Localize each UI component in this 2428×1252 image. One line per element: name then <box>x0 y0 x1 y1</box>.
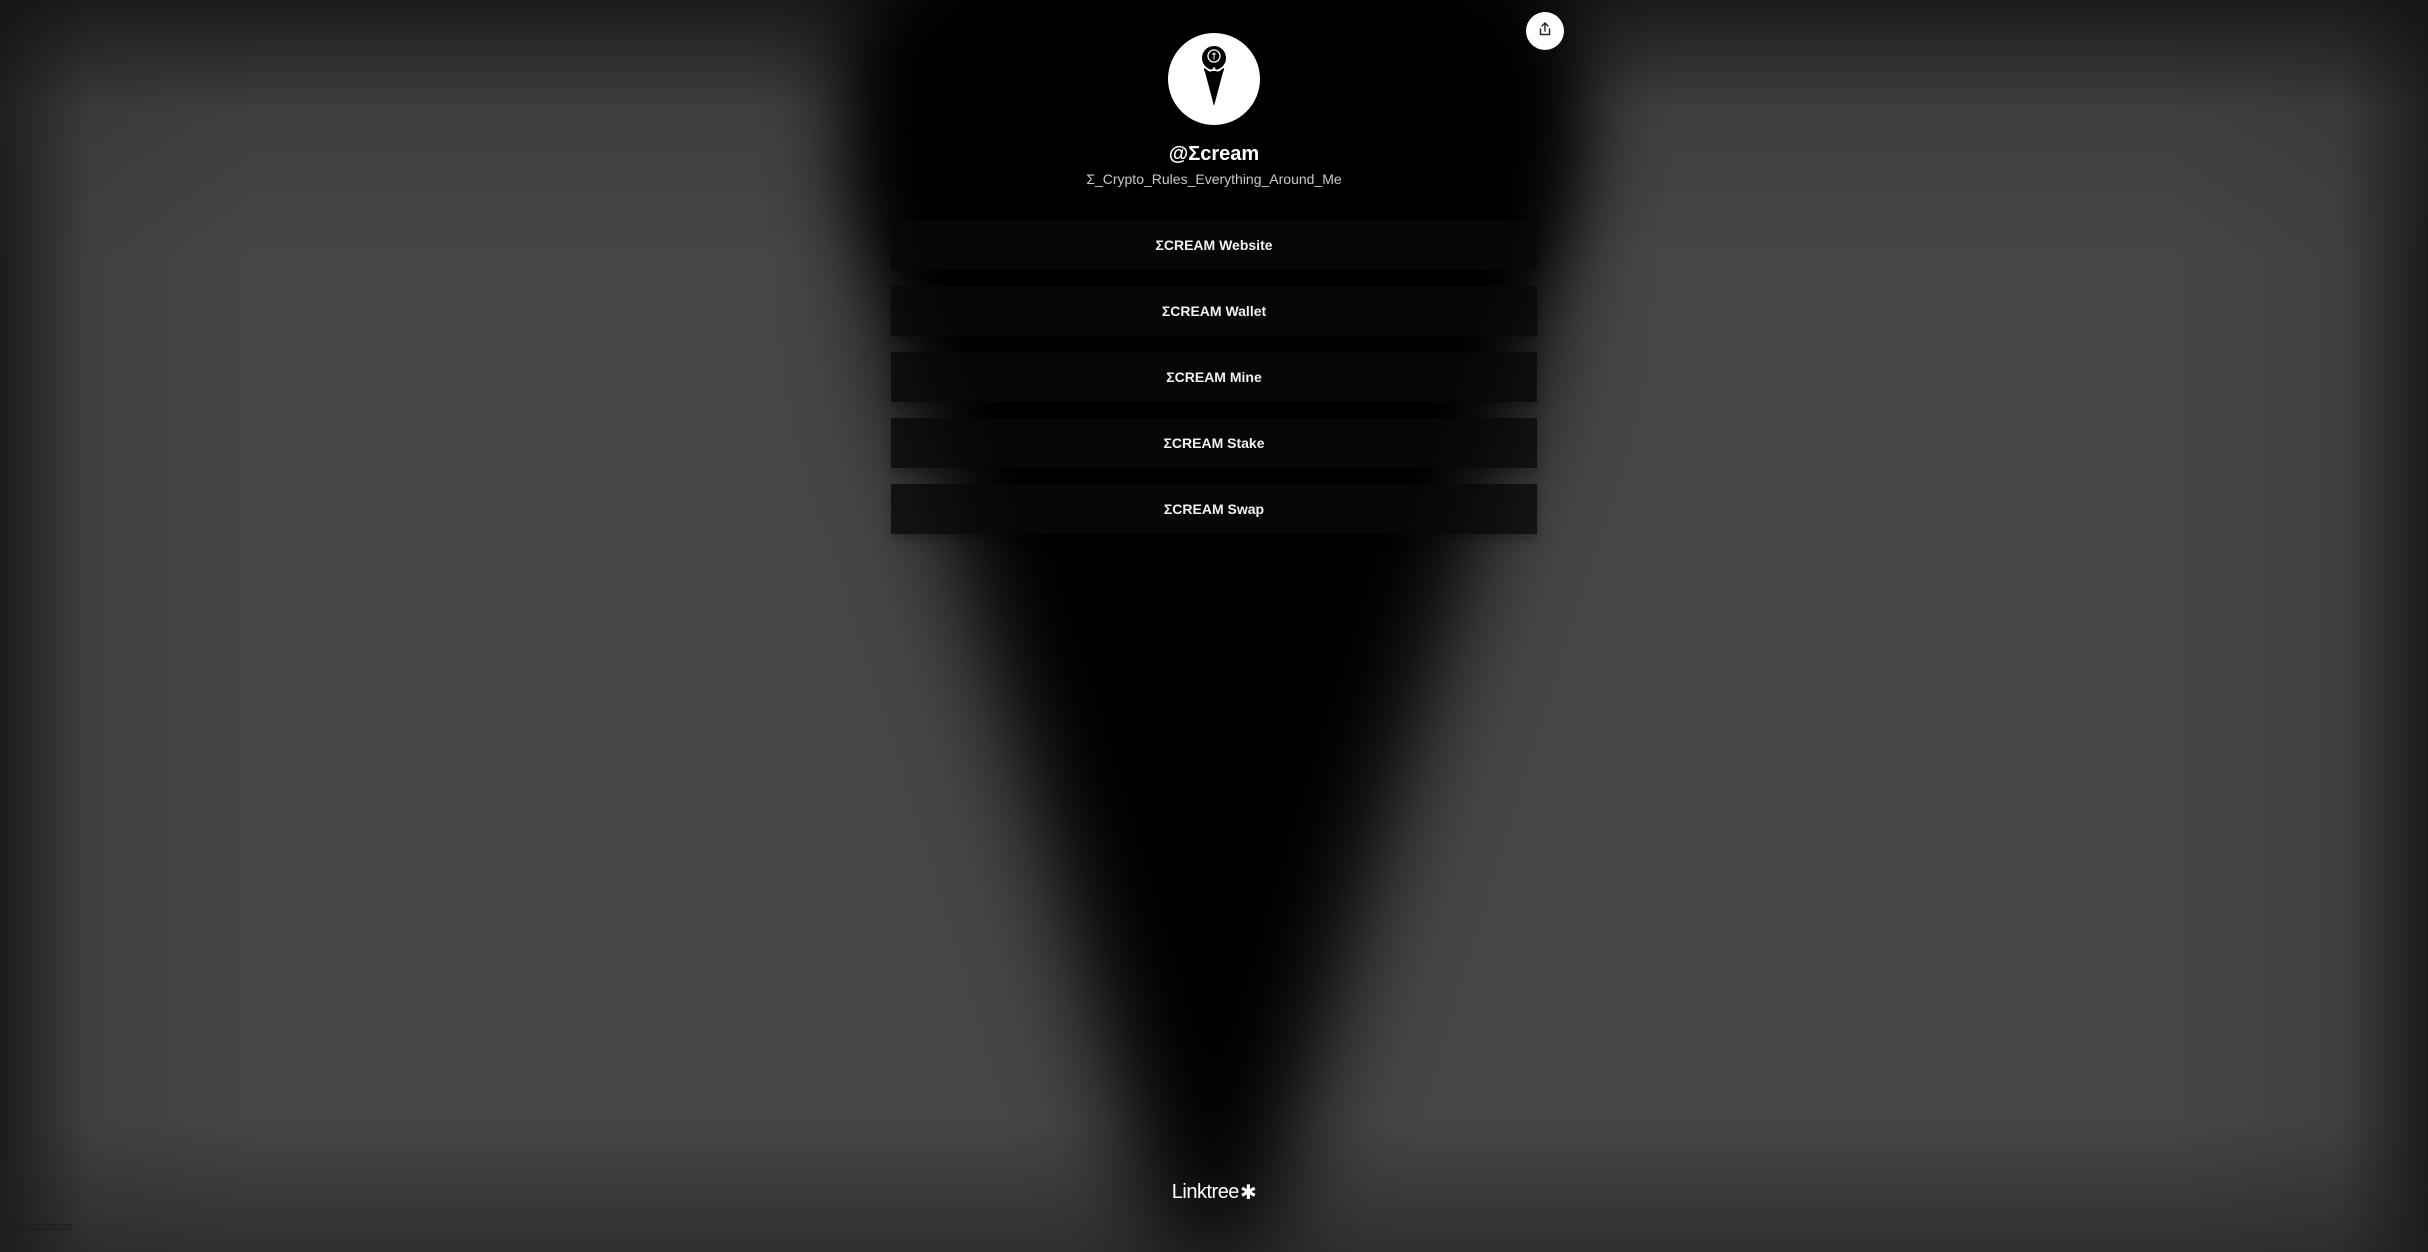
link-label: ΣCREAM Stake <box>1163 435 1265 451</box>
share-icon <box>1537 21 1553 41</box>
link-button-stake[interactable]: ΣCREAM Stake <box>891 418 1537 468</box>
linktree-wordmark: Linktree <box>1171 1181 1240 1203</box>
ice-cream-cone-icon <box>1186 44 1242 114</box>
link-label: ΣCREAM Swap <box>1163 501 1265 517</box>
link-label: ΣCREAM Wallet <box>1161 303 1267 319</box>
profile-bio: Σ_Crypto_Rules_Everything_Around_Me <box>1086 171 1342 187</box>
linktree-asterisk-icon: ✱ <box>1239 1181 1257 1204</box>
link-button-swap[interactable]: ΣCREAM Swap <box>891 484 1537 534</box>
profile-handle: @Σcream <box>1168 143 1260 165</box>
page-background: @Σcream Σ_Crypto_Rules_Everything_Around… <box>0 0 2428 1252</box>
link-list: ΣCREAM Website ΣCREAM Wallet ΣCREAM Mine… <box>891 220 1537 534</box>
link-button-wallet[interactable]: ΣCREAM Wallet <box>891 286 1537 336</box>
link-button-website[interactable]: ΣCREAM Website <box>891 220 1537 270</box>
avatar <box>1168 33 1260 125</box>
cookie-preferences-link[interactable]: Cookie Preferences <box>11 1223 72 1230</box>
share-button[interactable] <box>1526 12 1564 50</box>
link-label: ΣCREAM Mine <box>1166 369 1262 385</box>
link-label: ΣCREAM Website <box>1155 237 1273 253</box>
link-button-mine[interactable]: ΣCREAM Mine <box>891 352 1537 402</box>
linktree-logo-link[interactable]: Linktree ✱ <box>1164 1181 1264 1204</box>
